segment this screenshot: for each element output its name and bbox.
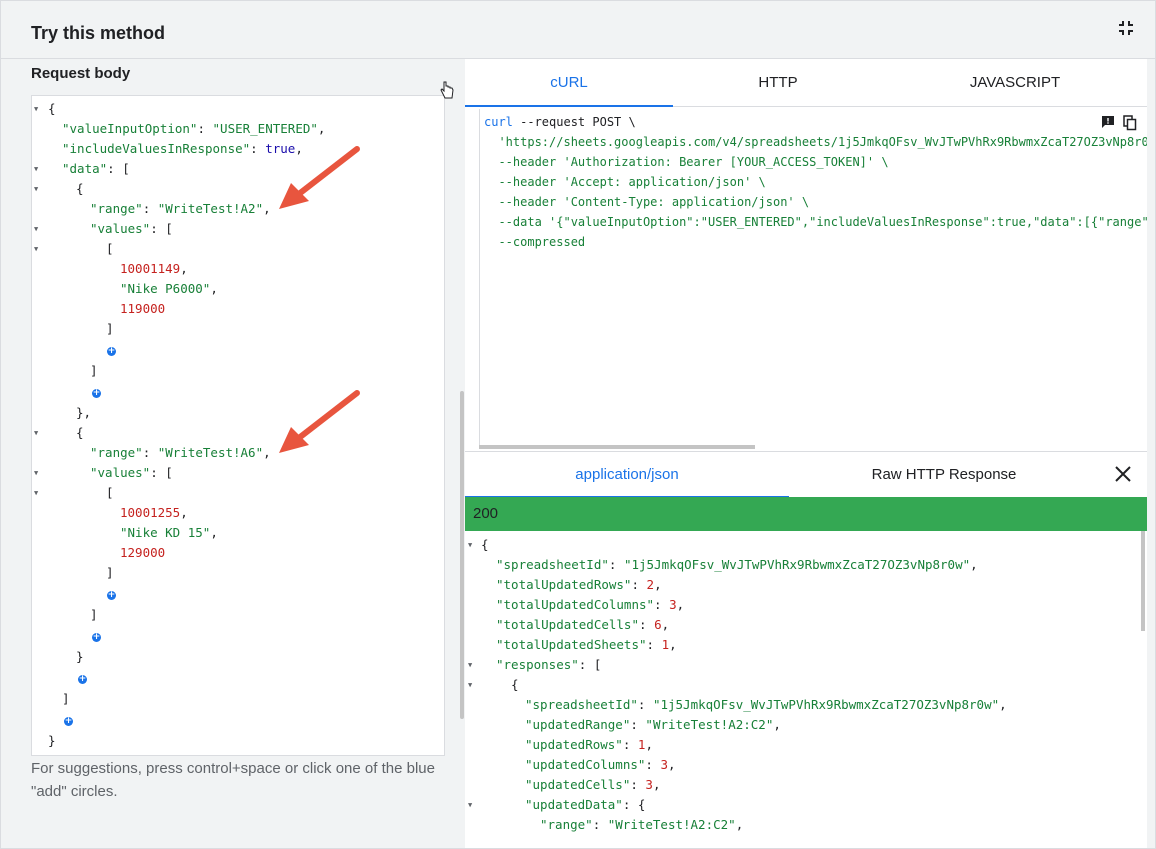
response-body[interactable]: ▼ ▼ ▼ ▼ { "spreadsheetId": "1j5JmkqOFsv_… bbox=[465, 531, 1147, 848]
fold-icon[interactable]: ▼ bbox=[34, 463, 42, 483]
request-body-label: Request body bbox=[31, 65, 131, 82]
response-tabs: application/json Raw HTTP Response bbox=[465, 451, 1147, 498]
language-tabs: cURL HTTP JAVASCRIPT bbox=[465, 59, 1147, 107]
code-line: ] bbox=[90, 607, 98, 622]
try-this-method-dialog: Try this method Request body ▼ ▼ ▼ ▼ ▼ ▼… bbox=[0, 0, 1156, 849]
response-line: "updatedRange": "WriteTest!A2:C2", bbox=[525, 717, 781, 732]
add-circle-icon[interactable]: + bbox=[92, 389, 101, 398]
code-line: ] bbox=[90, 363, 98, 378]
response-line: "updatedRows": 1, bbox=[525, 737, 653, 752]
response-line: "totalUpdatedRows": 2, bbox=[496, 577, 662, 592]
curl-code-block: curl --request POST \ 'https://sheets.go… bbox=[479, 109, 1147, 449]
response-line: "responses": [ bbox=[496, 657, 602, 672]
dialog-header: Try this method bbox=[1, 1, 1155, 59]
code-line: 10001255, bbox=[120, 505, 188, 520]
response-line: { bbox=[481, 537, 489, 552]
response-line: "range": "WriteTest!A2:C2", bbox=[540, 817, 744, 832]
tab-http[interactable]: HTTP bbox=[673, 59, 883, 107]
fold-icon[interactable]: ▼ bbox=[34, 219, 42, 239]
request-body-editor[interactable]: ▼ ▼ ▼ ▼ ▼ ▼ ▼ ▼ { "valueInputOption": "U… bbox=[31, 95, 445, 756]
fold-icon[interactable]: ▼ bbox=[468, 795, 476, 815]
code-line: }, bbox=[76, 405, 92, 420]
response-line: { bbox=[511, 677, 519, 692]
code-samples-pane: cURL HTTP JAVASCRIPT curl --request POST… bbox=[465, 59, 1147, 848]
response-line: "totalUpdatedCells": 6, bbox=[496, 617, 670, 632]
close-icon[interactable] bbox=[1113, 464, 1133, 484]
fold-icon[interactable]: ▼ bbox=[34, 159, 42, 179]
code-line: 119000 bbox=[120, 301, 166, 316]
code-line: 129000 bbox=[120, 545, 166, 560]
response-line: "totalUpdatedColumns": 3, bbox=[496, 597, 685, 612]
tab-curl[interactable]: cURL bbox=[465, 59, 673, 107]
curl-line: 'https://sheets.googleapis.com/v4/spread… bbox=[484, 135, 1147, 149]
code-line: "Nike P6000", bbox=[120, 281, 218, 296]
response-line: "spreadsheetId": "1j5JmkqOFsv_WvJTwPVhRx… bbox=[496, 557, 978, 572]
code-line: "values": [ bbox=[90, 465, 173, 480]
add-circle-icon[interactable]: + bbox=[78, 675, 87, 684]
response-line: "updatedData": { bbox=[525, 797, 646, 812]
fold-icon[interactable]: ▼ bbox=[34, 423, 42, 443]
curl-line: curl --request POST \ bbox=[484, 115, 636, 129]
code-line: ] bbox=[106, 565, 114, 580]
code-line: "values": [ bbox=[90, 221, 173, 236]
add-circle-icon[interactable]: + bbox=[64, 717, 73, 726]
curl-line: --header 'Authorization: Bearer [YOUR_AC… bbox=[484, 155, 889, 169]
code-line: "range": "WriteTest!A6", bbox=[90, 445, 271, 460]
copy-icon[interactable] bbox=[1123, 115, 1137, 131]
hand-cursor-icon bbox=[440, 81, 454, 99]
code-line: ] bbox=[106, 321, 114, 336]
suggestions-hint: For suggestions, press control+space or … bbox=[31, 760, 435, 800]
curl-horizontal-scrollbar[interactable] bbox=[479, 445, 755, 449]
code-line: } bbox=[48, 733, 56, 748]
response-line: "updatedColumns": 3, bbox=[525, 757, 676, 772]
fold-icon[interactable]: ▼ bbox=[468, 655, 476, 675]
request-body-pane: Request body ▼ ▼ ▼ ▼ ▼ ▼ ▼ ▼ { "valueInp… bbox=[11, 59, 464, 848]
fold-icon[interactable]: ▼ bbox=[34, 483, 42, 503]
code-line: [ bbox=[106, 485, 114, 500]
code-line: "valueInputOption": "USER_ENTERED", bbox=[62, 121, 326, 136]
response-scrollbar[interactable] bbox=[1141, 531, 1145, 631]
code-line: ] bbox=[62, 691, 70, 706]
code-line: "includeValuesInResponse": true, bbox=[62, 141, 303, 156]
response-line: "totalUpdatedSheets": 1, bbox=[496, 637, 677, 652]
code-line: { bbox=[76, 425, 84, 440]
code-line: } bbox=[76, 649, 84, 664]
fold-icon[interactable]: ▼ bbox=[468, 675, 476, 695]
curl-line: --header 'Accept: application/json' \ bbox=[484, 175, 766, 189]
code-line: { bbox=[48, 101, 56, 116]
add-circle-icon[interactable]: + bbox=[107, 347, 116, 356]
code-line: [ bbox=[106, 241, 114, 256]
code-line: 10001149, bbox=[120, 261, 188, 276]
curl-line: --header 'Content-Type: application/json… bbox=[484, 195, 810, 209]
tab-raw-http-response[interactable]: Raw HTTP Response bbox=[789, 452, 1099, 498]
response-line: "spreadsheetId": "1j5JmkqOFsv_WvJTwPVhRx… bbox=[525, 697, 1007, 712]
response-line: "updatedCells": 3, bbox=[525, 777, 661, 792]
curl-line: --compressed bbox=[484, 235, 586, 249]
left-scrollbar[interactable] bbox=[460, 391, 464, 719]
status-code-bar: 200 bbox=[465, 497, 1147, 531]
tab-application-json[interactable]: application/json bbox=[465, 452, 789, 498]
code-line: "Nike KD 15", bbox=[120, 525, 218, 540]
tab-javascript[interactable]: JAVASCRIPT bbox=[883, 59, 1147, 107]
curl-line: --data '{"valueInputOption":"USER_ENTERE… bbox=[484, 215, 1147, 229]
code-line: "range": "WriteTest!A2", bbox=[90, 201, 271, 216]
collapse-icon[interactable] bbox=[1117, 19, 1135, 37]
fold-icon[interactable]: ▼ bbox=[34, 179, 42, 199]
add-circle-icon[interactable]: + bbox=[92, 633, 101, 642]
fold-icon[interactable]: ▼ bbox=[468, 535, 476, 555]
add-circle-icon[interactable]: + bbox=[107, 591, 116, 600]
feedback-icon[interactable] bbox=[1101, 115, 1115, 129]
fold-icon[interactable]: ▼ bbox=[34, 99, 42, 119]
dialog-title: Try this method bbox=[31, 23, 166, 43]
curl-toolbar bbox=[1101, 115, 1141, 133]
code-line: { bbox=[76, 181, 84, 196]
fold-icon[interactable]: ▼ bbox=[34, 239, 42, 259]
code-line: "data": [ bbox=[62, 161, 130, 176]
